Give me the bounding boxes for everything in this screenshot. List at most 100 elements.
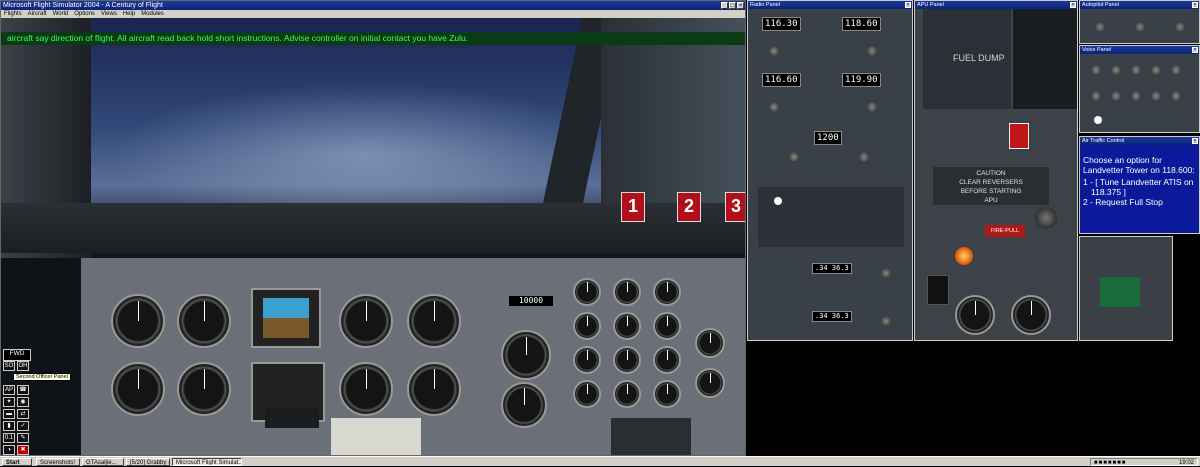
volume-knob[interactable]	[1090, 90, 1102, 102]
view-so-button[interactable]: SO	[3, 361, 15, 371]
menu-help[interactable]: Help	[123, 10, 135, 18]
nav1-tune-knob[interactable]	[866, 101, 878, 113]
transponder-knob[interactable]	[788, 151, 800, 163]
close-icon[interactable]: ×	[1070, 2, 1076, 8]
volume-knob[interactable]	[1150, 90, 1162, 102]
nav1-tune-knob[interactable]	[768, 101, 780, 113]
fuel-icon[interactable]: ▮	[3, 421, 15, 431]
engine-gauge-2	[407, 362, 461, 416]
com1-active-freq[interactable]: 116.30	[762, 17, 801, 31]
transponder-code[interactable]: 1200	[814, 131, 842, 145]
atc-option-1[interactable]: 1 - [ Tune Landvetter ATIS on 118.375 ]	[1083, 177, 1196, 197]
view-01-button[interactable]: 0.1	[3, 433, 15, 443]
fuel-flow-gauge	[613, 380, 641, 408]
system-tray: ■■■■■■■ 19:02	[1090, 458, 1198, 466]
menu-flights[interactable]: Flights	[4, 10, 22, 18]
cockpit-view: aircraft say direction of flight. All ai…	[1, 18, 745, 455]
n1-gauge	[573, 278, 601, 306]
fuel-dump-guard[interactable]	[1013, 9, 1077, 109]
n2-gauge	[573, 346, 601, 374]
autopilot-knob[interactable]	[1094, 21, 1106, 33]
gps-icon[interactable]: ◉	[17, 397, 29, 407]
atc-option-2[interactable]: 2 - Request Full Stop	[1083, 197, 1196, 207]
close-icon[interactable]: ×	[905, 2, 911, 8]
radar-display	[501, 330, 551, 380]
compass-icon[interactable]: ✦	[3, 397, 15, 407]
audio-select-light[interactable]	[774, 197, 782, 205]
radio-icon[interactable]: ☎	[17, 385, 29, 395]
nav1-standby-freq[interactable]: 119.90	[842, 73, 881, 87]
menu-modules[interactable]: Modules	[141, 10, 164, 18]
n2-gauge	[653, 346, 681, 374]
warning-light-2[interactable]: 2	[677, 192, 701, 222]
apu-bleed-switch[interactable]	[927, 275, 949, 305]
close-button[interactable]: ×	[737, 2, 744, 9]
autopilot-knob[interactable]	[1134, 21, 1146, 33]
minimize-button[interactable]: _	[721, 2, 728, 9]
close-panels-icon[interactable]: ✖	[17, 445, 29, 455]
warning-light-3[interactable]: 3	[725, 192, 745, 222]
com1-tune-knob[interactable]	[768, 45, 780, 57]
radio-panel-title: Radio Panel	[750, 2, 780, 8]
transponder-knob[interactable]	[858, 151, 870, 163]
map-icon[interactable]: ⇄	[17, 409, 29, 419]
view-oh-button[interactable]: OH	[17, 361, 29, 371]
start-button[interactable]: Start	[2, 458, 32, 466]
menu-views[interactable]: Views	[101, 10, 117, 18]
nav1-active-freq[interactable]: 116.60	[762, 73, 801, 87]
atc-icon[interactable]: ◑	[3, 445, 15, 455]
apu-rpm-gauge	[1011, 295, 1051, 335]
altimeter-gauge	[339, 294, 393, 348]
autopilot-panel-title: Autopilot Panel	[1082, 2, 1119, 8]
fuel-dump-panel: FUEL DUMP	[923, 9, 1011, 109]
checklist-icon[interactable]: ✓	[17, 421, 29, 431]
attitude-indicator	[251, 288, 321, 348]
close-icon[interactable]: ×	[1192, 47, 1198, 53]
close-icon[interactable]: ×	[1192, 138, 1198, 144]
voice-panel-body	[1080, 54, 1199, 132]
menu-world[interactable]: World	[53, 10, 69, 18]
menu-options[interactable]: Options	[74, 10, 95, 18]
volume-knob[interactable]	[1170, 90, 1182, 102]
throttle-icon[interactable]: ▬	[3, 409, 15, 419]
taskbar-item-active[interactable]: Microsoft Flight Simulat...	[172, 458, 242, 466]
volume-knob[interactable]	[1090, 64, 1102, 76]
taskbar-item[interactable]: GTAsaljie...	[82, 458, 124, 466]
com1-standby-freq[interactable]: 118.60	[842, 17, 881, 31]
volume-knob[interactable]	[1130, 64, 1142, 76]
engine-gauge-1	[407, 294, 461, 348]
sky-clouds	[91, 78, 591, 218]
taskbar: Start Screenshots! GTAsaljie... [5/20] G…	[0, 456, 1200, 466]
voice-select-light[interactable]	[1094, 116, 1102, 124]
kneeboard-icon[interactable]: ✎	[17, 433, 29, 443]
rmi-gauge	[177, 362, 231, 416]
volume-knob[interactable]	[1110, 64, 1122, 76]
dme1-knob[interactable]	[880, 267, 892, 279]
apu-start-knob[interactable]	[1035, 207, 1057, 229]
com1-tune-knob[interactable]	[866, 45, 878, 57]
hydraulic-gauge	[695, 328, 725, 358]
close-icon[interactable]: ×	[1192, 2, 1198, 8]
view-fwd-button[interactable]: FWD	[3, 349, 31, 361]
throttle-quadrant[interactable]	[611, 418, 691, 455]
autopilot-panel-window: Autopilot Panel ×	[1079, 0, 1200, 44]
volume-knob[interactable]	[1110, 90, 1122, 102]
volume-knob[interactable]	[1170, 64, 1182, 76]
menu-aircraft[interactable]: Aircraft	[28, 10, 47, 18]
view-ap-button[interactable]: AP	[3, 385, 15, 395]
egt-gauge	[613, 312, 641, 340]
maximize-button[interactable]: □	[729, 2, 736, 9]
volume-knob[interactable]	[1150, 64, 1162, 76]
autopilot-knob[interactable]	[1174, 21, 1186, 33]
apu-panel-body: FUEL DUMP CAUTION CLEAR REVERSERS BEFORE…	[915, 9, 1077, 340]
warning-light-1[interactable]: 1	[621, 192, 645, 222]
dme2-knob[interactable]	[880, 315, 892, 327]
fire-pull-handle[interactable]: FIRE-PULL	[985, 225, 1025, 237]
taskbar-item[interactable]: Screenshots!	[36, 458, 80, 466]
atc-prompt: Choose an option for Landvetter Tower on…	[1083, 155, 1195, 175]
taskbar-item[interactable]: [5/20] Grabby - Running	[126, 458, 170, 466]
fuel-dump-switch[interactable]	[1009, 123, 1029, 149]
audio-selector-panel	[758, 187, 904, 247]
volume-knob[interactable]	[1130, 90, 1142, 102]
flight-sim-window: Microsoft Flight Simulator 2004 - A Cent…	[0, 0, 746, 456]
